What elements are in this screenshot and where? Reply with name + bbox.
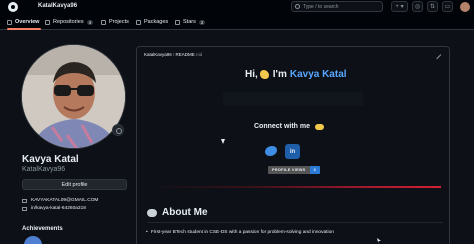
pull-requests-icon[interactable]: ⇅ bbox=[427, 1, 438, 12]
table-icon bbox=[101, 19, 106, 25]
achievements-heading: Achievements bbox=[22, 226, 63, 232]
greeting-name: Kavya Katal bbox=[289, 69, 347, 80]
about-bullet: First-year BTech student in CSE-DS with … bbox=[146, 229, 351, 236]
profile-avatar[interactable] bbox=[21, 44, 126, 149]
tab-repositories-label: Repositories bbox=[53, 19, 84, 25]
edit-readme-pencil-icon[interactable] bbox=[432, 50, 442, 60]
waving-hand-icon bbox=[259, 70, 269, 79]
mouse-cursor-icon bbox=[221, 139, 225, 144]
stars-count: 2 bbox=[198, 19, 206, 25]
tab-stars[interactable]: Stars 2 bbox=[175, 17, 206, 27]
about-heading: About Me bbox=[147, 207, 208, 218]
mouse-pointer-icon bbox=[377, 238, 381, 243]
greeting-heading: Hi, I'm Kavya Katal bbox=[245, 69, 347, 80]
connect-title: Connect with me bbox=[254, 123, 311, 130]
github-logo-icon[interactable] bbox=[8, 2, 18, 12]
email-text: KAVYAKATAL09@GMAIL.COM bbox=[31, 198, 99, 203]
tab-projects-label: Projects bbox=[109, 19, 129, 25]
search-icon bbox=[295, 4, 300, 9]
readme-path-ext: .md bbox=[194, 52, 203, 57]
create-new-button[interactable]: + ▾ bbox=[391, 1, 408, 12]
header-username[interactable]: KatalKavya96 bbox=[38, 3, 77, 9]
search-input[interactable]: Type / to search bbox=[291, 1, 383, 12]
readme-path-file: README bbox=[175, 52, 195, 57]
linkedin-link[interactable]: in/kavya-katal-64260a318 bbox=[22, 206, 86, 211]
email-link[interactable]: KAVYAKATAL09@GMAIL.COM bbox=[22, 198, 98, 203]
repositories-count: 4 bbox=[86, 19, 94, 25]
user-avatar-small[interactable] bbox=[460, 2, 470, 12]
readme-path[interactable]: KatalKavya96 / README.md bbox=[144, 52, 202, 57]
about-title: About Me bbox=[162, 207, 208, 218]
profile-views-label: PROFILE VIEWS bbox=[268, 166, 310, 174]
profile-views-badge: PROFILE VIEWS 3 bbox=[268, 166, 320, 174]
tab-repositories[interactable]: Repositories 4 bbox=[45, 17, 94, 27]
profile-views-count: 3 bbox=[309, 166, 320, 174]
linkedin-text: in/kavya-katal-64260a318 bbox=[31, 206, 86, 211]
tab-packages[interactable]: Packages bbox=[136, 17, 168, 27]
search-placeholder: Type / to search bbox=[303, 3, 339, 10]
tab-projects[interactable]: Projects bbox=[101, 17, 129, 27]
star-icon bbox=[175, 19, 180, 25]
linkedin-icon bbox=[22, 206, 27, 211]
readme-card: KatalKavya96 / README.md Hi, I'm Kavya K… bbox=[136, 46, 450, 244]
gradient-divider bbox=[151, 186, 441, 188]
issues-icon[interactable]: ◎ bbox=[412, 1, 423, 12]
profile-login: KatalKavya96 bbox=[22, 166, 66, 173]
connect-heading: Connect with me bbox=[254, 123, 325, 130]
tab-overview-label: Overview bbox=[15, 19, 40, 25]
handshake-icon bbox=[315, 123, 325, 130]
profile-tabs: Overview Repositories 4 Projects Package… bbox=[0, 14, 474, 30]
mail-icon bbox=[22, 198, 27, 203]
active-tab-underline bbox=[7, 28, 41, 30]
about-divider bbox=[147, 222, 443, 223]
edit-profile-button[interactable]: Edit profile bbox=[22, 179, 127, 190]
package-icon bbox=[136, 19, 141, 25]
book-icon bbox=[7, 19, 12, 25]
achievement-badge-icon[interactable] bbox=[24, 236, 42, 244]
top-header: KatalKavya96 Type / to search + ▾ ◎ ⇅ ▭ bbox=[0, 0, 474, 14]
linkedin-logo-icon[interactable]: in bbox=[285, 144, 300, 159]
greeting-hi: Hi, bbox=[245, 69, 258, 80]
typing-animation-banner bbox=[223, 92, 363, 106]
tab-overview[interactable]: Overview bbox=[7, 17, 39, 27]
inbox-icon[interactable]: ▭ bbox=[442, 1, 453, 12]
profile-full-name: Kavya Katal bbox=[22, 154, 79, 165]
readme-path-user: KatalKavya96 bbox=[144, 52, 172, 57]
about-icon bbox=[147, 208, 157, 217]
tab-packages-label: Packages bbox=[144, 19, 169, 25]
twitter-icon[interactable] bbox=[265, 146, 277, 156]
tab-stars-label: Stars bbox=[183, 19, 196, 25]
set-status-button[interactable] bbox=[112, 124, 124, 136]
greeting-im: I'm bbox=[272, 69, 287, 80]
repo-icon bbox=[45, 19, 50, 25]
